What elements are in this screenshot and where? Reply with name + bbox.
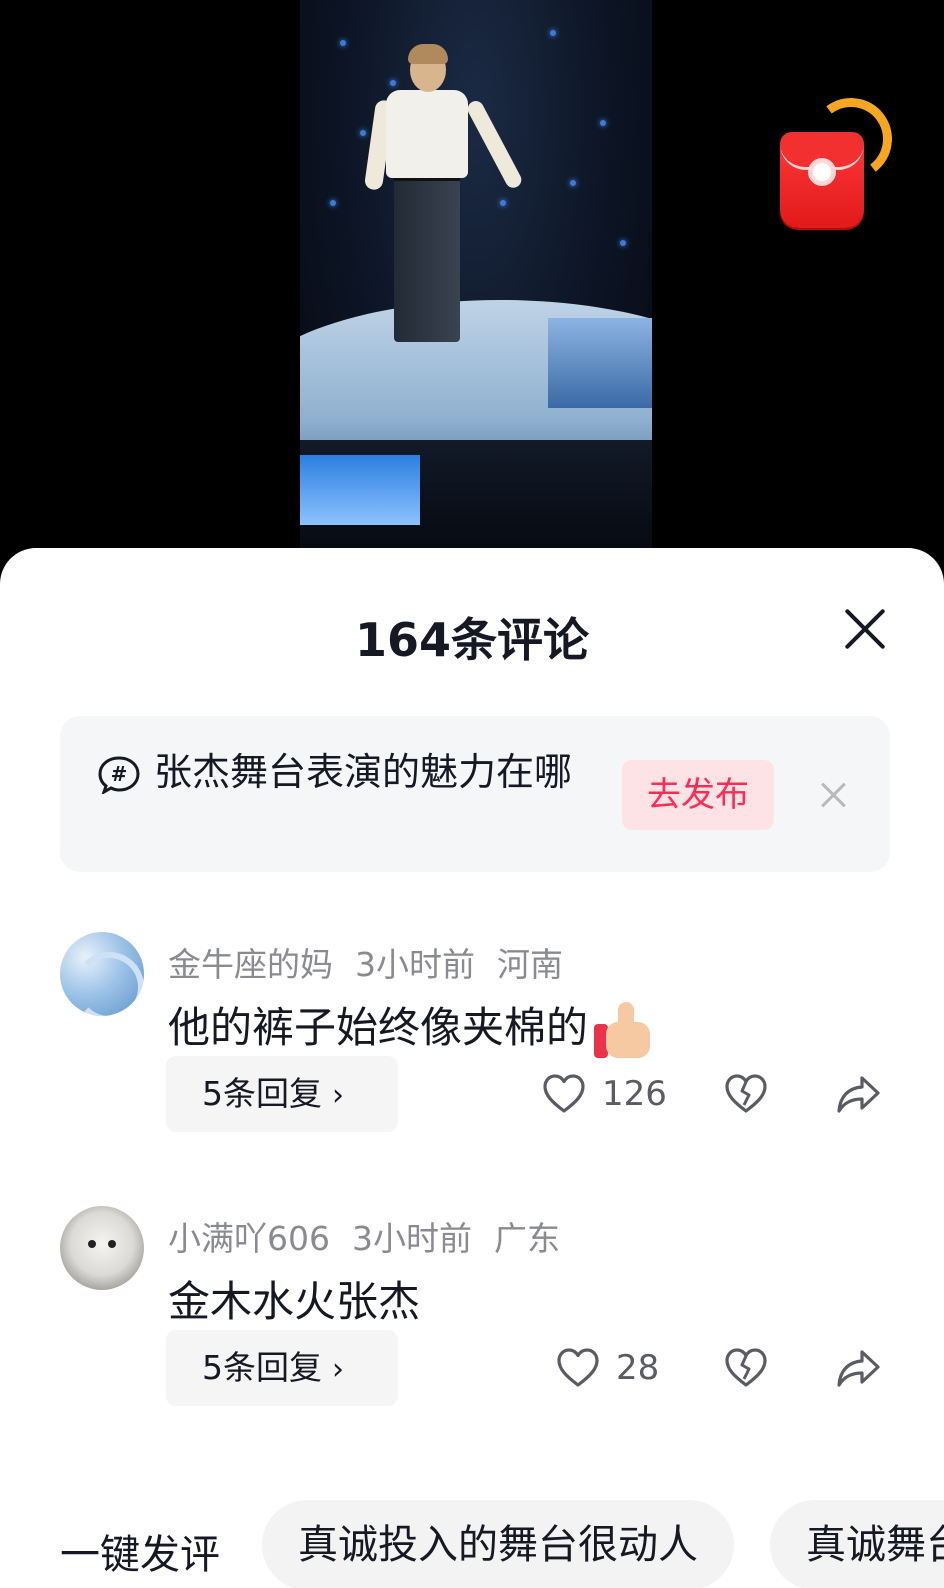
comment-count-title: 164条评论 (354, 613, 590, 667)
view-replies-button[interactable]: 5条回复 › (166, 1330, 398, 1406)
stage-screen (300, 455, 420, 525)
like-button[interactable]: 28 (556, 1346, 659, 1390)
performer-figure (363, 40, 525, 350)
share-arrow-icon[interactable] (836, 1346, 882, 1390)
quick-comment-chip[interactable]: 真诚舞台 (770, 1500, 944, 1588)
comment-time: 3小时前 (352, 1219, 472, 1258)
comment-sheet: 164条评论 # 张杰舞台表演的魅力在哪 去发布 金牛座的妈 3小时前 河南 他的裤… (0, 548, 944, 1588)
comment-text: 他的裤子始终像夹棉的 (168, 1003, 589, 1052)
heart-icon (557, 1348, 599, 1387)
comment-item: 金牛座的妈 3小时前 河南 他的裤子始终像夹棉的 5条回复 › 126 (0, 932, 944, 1172)
comment-text: 金木水火张杰 (168, 1277, 421, 1326)
topic-close-icon[interactable] (820, 782, 846, 808)
chevron-right-icon: › (332, 1352, 344, 1387)
avatar[interactable] (60, 932, 144, 1016)
avatar[interactable] (60, 1206, 144, 1290)
publish-button[interactable]: 去发布 (622, 760, 774, 830)
comment-meta: 金牛座的妈 3小时前 河南 (168, 938, 585, 986)
thumbs-up-emoji (592, 1000, 654, 1062)
comment-body[interactable]: 金木水火张杰 (168, 1268, 420, 1329)
comment-username[interactable]: 金牛座的妈 (168, 945, 333, 984)
stage-riser (548, 318, 652, 408)
view-replies-button[interactable]: 5条回复 › (166, 1056, 398, 1132)
comment-body[interactable]: 他的裤子始终像夹棉的 (168, 994, 654, 1062)
close-icon[interactable] (842, 606, 888, 652)
like-count: 126 (602, 1074, 667, 1114)
chevron-right-icon: › (332, 1078, 344, 1113)
red-packet-icon[interactable] (780, 92, 898, 233)
like-count: 28 (616, 1348, 660, 1388)
comment-location: 河南 (497, 945, 563, 984)
video-player[interactable] (0, 0, 944, 560)
share-arrow-icon[interactable] (836, 1072, 882, 1116)
topic-text: 张杰舞台表演的魅力在哪 (154, 750, 573, 794)
like-button[interactable]: 126 (542, 1072, 667, 1116)
comment-meta: 小满吖606 3小时前 广东 (168, 1212, 582, 1260)
comment-username[interactable]: 小满吖606 (168, 1219, 330, 1258)
broken-heart-icon[interactable] (724, 1072, 768, 1116)
replies-label: 5条回复 (202, 1074, 322, 1113)
quick-comment-label: 一键发评 (60, 1532, 220, 1578)
comment-time: 3小时前 (355, 945, 475, 984)
broken-heart-icon[interactable] (724, 1346, 768, 1390)
quick-comment-bar: 一键发评 真诚投入的舞台很动人 真诚舞台 (0, 1500, 944, 1588)
comment-location: 广东 (494, 1219, 560, 1258)
comment-item: 小满吖606 3小时前 广东 金木水火张杰 5条回复 › 28 (0, 1206, 944, 1446)
quick-comment-chip[interactable]: 真诚投入的舞台很动人 (262, 1500, 734, 1588)
heart-icon (543, 1074, 585, 1113)
topic-card[interactable]: # 张杰舞台表演的魅力在哪 去发布 (60, 716, 890, 872)
replies-label: 5条回复 (202, 1348, 322, 1387)
